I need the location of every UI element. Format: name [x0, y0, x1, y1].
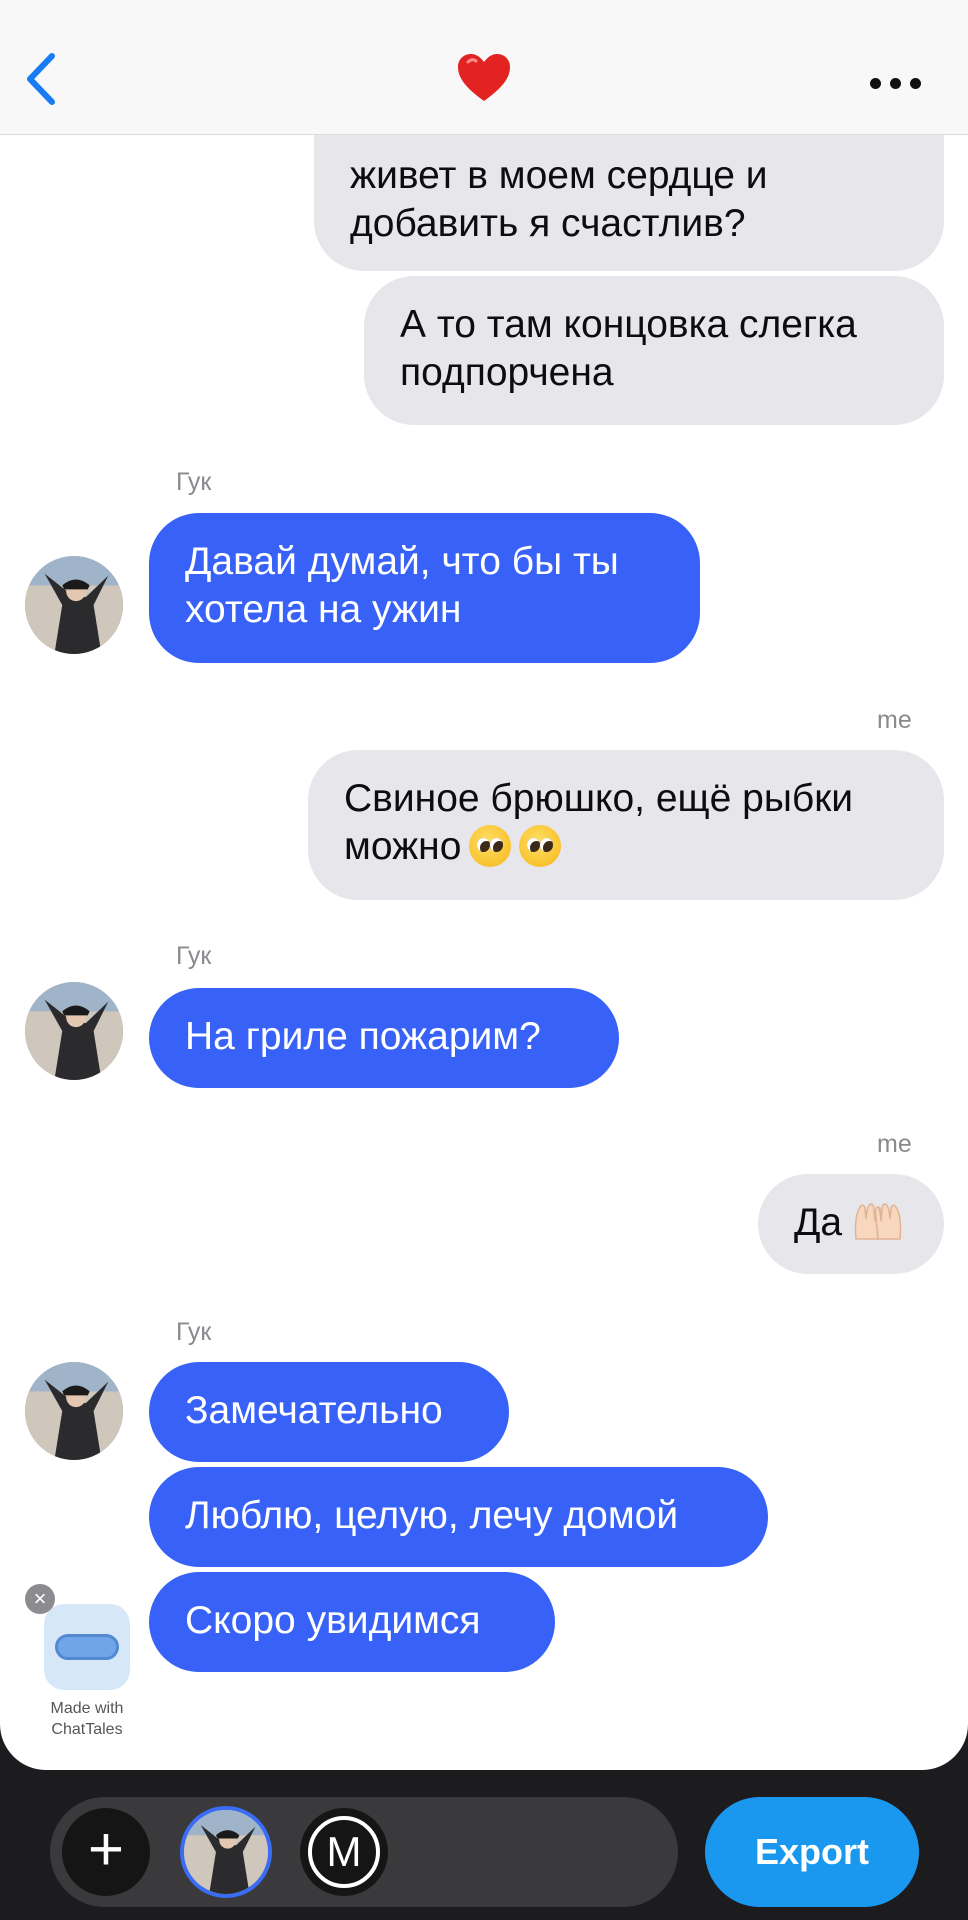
contact-avatar-button[interactable] — [180, 1806, 272, 1898]
sender-name: Гук — [176, 1318, 212, 1346]
avatar[interactable] — [25, 1362, 123, 1460]
sender-name: Гук — [176, 468, 212, 496]
pleading-face-icon — [469, 825, 512, 867]
export-button[interactable]: Export — [705, 1797, 919, 1907]
message-sent-4[interactable]: Да — [758, 1174, 944, 1274]
chevron-left-icon[interactable] — [18, 48, 68, 110]
message-text-line: Свиное брюшко, ещё рыбки — [344, 777, 854, 820]
message-text-line: живет в моем сердце и — [350, 154, 768, 197]
me-sender-label: M — [308, 1816, 380, 1888]
message-text-line: А то там концовка слегка — [400, 303, 857, 346]
message-received-5[interactable]: Скоро увидимся — [149, 1572, 555, 1672]
avatar-photo — [25, 1362, 123, 1460]
me-sender-button[interactable]: M — [300, 1808, 388, 1896]
add-button[interactable]: + — [62, 1808, 150, 1896]
message-text-line: Давай думай, что бы ты — [185, 540, 619, 583]
message-bubble-icon — [55, 1634, 119, 1660]
message-text-line: подпорчена — [400, 351, 614, 394]
avatar-photo — [25, 556, 123, 654]
sender-name: Гук — [176, 942, 212, 970]
avatar-photo — [184, 1810, 268, 1894]
message-text-line: Да — [794, 1201, 843, 1244]
badge-line: Made with — [50, 1700, 124, 1717]
avatar[interactable] — [25, 556, 123, 654]
message-received-1[interactable]: Давай думай, что бы ты хотела на ужин — [149, 513, 700, 663]
message-text-line: можно — [344, 825, 462, 868]
message-received-4[interactable]: Люблю, целую, лечу домой — [149, 1467, 768, 1567]
message-text-line: Люблю, целую, лечу домой — [185, 1494, 679, 1537]
chat-screen: живет в моем сердце и добавить я счастли… — [0, 0, 968, 1770]
message-received-3[interactable]: Замечательно — [149, 1362, 509, 1462]
avatar[interactable] — [25, 982, 123, 1080]
more-horizontal-icon[interactable] — [864, 62, 930, 102]
message-received-2[interactable]: На гриле пожарим? — [149, 988, 619, 1088]
avatar-photo — [25, 982, 123, 1080]
chat-header — [0, 0, 968, 135]
sender-name: me — [877, 1130, 912, 1158]
badge-line: ChatTales — [51, 1721, 123, 1738]
message-text-line: хотела на ужин — [185, 588, 462, 631]
message-text-line: На гриле пожарим? — [185, 1015, 541, 1058]
close-icon[interactable]: × — [25, 1584, 55, 1614]
message-sent-2[interactable]: А то там концовка слегка подпорчена — [364, 276, 944, 425]
heart-icon — [458, 54, 510, 101]
chattales-logo-icon[interactable] — [44, 1604, 130, 1690]
message-text-line: Замечательно — [185, 1389, 443, 1432]
pleading-face-icon — [519, 825, 562, 867]
chattales-badge-text: Made with ChatTales — [20, 1698, 154, 1740]
message-text-line: Скоро увидимся — [185, 1599, 481, 1642]
palms-up-together-icon — [854, 1203, 902, 1240]
sender-name: me — [877, 706, 912, 734]
message-sent-3[interactable]: Свиное брюшко, ещё рыбки можно — [308, 750, 944, 900]
message-text-line: добавить я счастлив? — [350, 202, 746, 245]
